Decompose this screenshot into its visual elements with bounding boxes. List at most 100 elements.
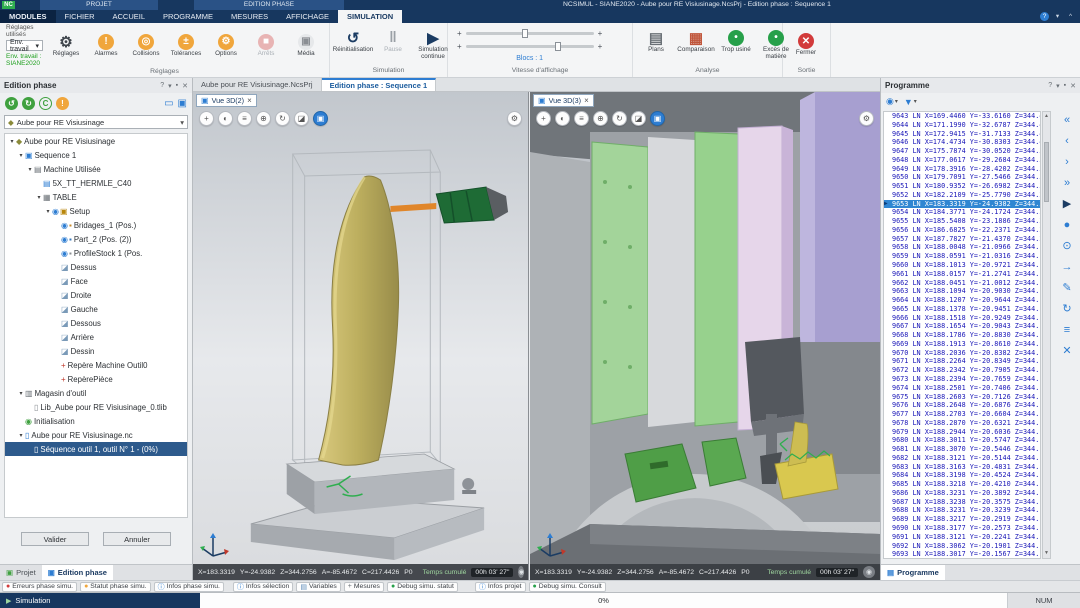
program-line[interactable]: 9655 LN X=185.5408 Y=-23.1886 Z=344.2406… (884, 217, 1040, 226)
tree-item[interactable]: +Repère Machine Outil0 (5, 358, 187, 372)
reglages-stops-button[interactable]: ■Arrêts (246, 34, 286, 58)
section-icon[interactable]: ◪ (631, 111, 646, 126)
tree-item[interactable]: ◉▪Part_2 (Pos. (2)) (5, 232, 187, 246)
panel-close-icon[interactable]: ✕ (1070, 82, 1076, 90)
view-tab[interactable]: ▣ Vue 3D(3) × (533, 94, 594, 107)
shading-icon[interactable]: ◐ (218, 111, 233, 126)
ribbon-tab-simulation[interactable]: SIMULATION (338, 10, 402, 23)
program-line[interactable]: 9680 LN X=188.3011 Y=-20.5747 Z=344.1941… (884, 436, 1040, 445)
program-line[interactable]: 9643 LN X=169.4460 Y=-33.6160 Z=344.4836… (884, 112, 1040, 121)
tool-view-icon[interactable]: ▣ (313, 111, 328, 126)
tree-item[interactable]: ◪Face (5, 274, 187, 288)
analyse-overcut-button[interactable]: •Trop usiné (716, 30, 756, 60)
program-line[interactable]: 9682 LN X=188.3121 Y=-20.5144 Z=344.1961… (884, 454, 1040, 463)
program-line[interactable]: 9685 LN X=188.3218 Y=-20.4210 Z=344.1976… (884, 480, 1040, 489)
pan-icon[interactable]: + (536, 111, 551, 126)
tree-item[interactable]: ▾◆Aube pour RE Visiusinage (5, 134, 187, 148)
program-line[interactable]: 9646 LN X=174.4734 Y=-30.8303 Z=344.4062… (884, 138, 1040, 147)
blocks-slider[interactable] (466, 45, 594, 48)
expander-icon[interactable]: ▾ (8, 138, 16, 145)
program-line[interactable]: 9668 LN X=188.1786 Y=-20.8830 Z=344.1745… (884, 331, 1040, 340)
validate-button[interactable]: Valider (21, 532, 89, 546)
tool-view-icon[interactable]: ▣ (650, 111, 665, 126)
alert-icon[interactable]: ! (56, 97, 69, 110)
tree-item[interactable]: ▾▤Machine Utilisée (5, 162, 187, 176)
program-line[interactable]: 9681 LN X=188.3070 Y=-20.5446 Z=344.1953… (884, 445, 1040, 454)
view-tab[interactable]: ▣ Vue 3D(2) × (196, 94, 257, 107)
tree-item[interactable]: ◪Dessous (5, 316, 187, 330)
program-listing[interactable]: 9643 LN X=169.4460 Y=-33.6160 Z=344.4836… (883, 111, 1041, 559)
program-line[interactable]: 9679 LN X=188.2944 Y=-20.6036 Z=344.1926… (884, 428, 1040, 437)
program-line[interactable]: 9647 LN X=175.7874 Y=-30.0520 Z=344.3837… (884, 147, 1040, 156)
breakpoint-icon[interactable]: ● (1064, 220, 1071, 231)
edit-icon[interactable]: ✎ (1062, 283, 1071, 294)
simulation-reset-button[interactable]: ↺Réinitialisation (333, 30, 373, 60)
program-line[interactable]: 9693 LN X=188.3017 Y=-20.1567 Z=344.1920… (884, 550, 1040, 559)
panel-pin-icon[interactable]: ▪ (1064, 82, 1066, 90)
tree-item[interactable]: ◪Dessin (5, 344, 187, 358)
tree-item[interactable]: ◪Gauche (5, 302, 187, 316)
tree-item[interactable]: ▾▦TABLE (5, 190, 187, 204)
program-line[interactable]: 9683 LN X=188.3163 Y=-20.4831 Z=344.1968… (884, 463, 1040, 472)
go-first-icon[interactable]: « (1064, 115, 1070, 126)
context-tab-edition-phase[interactable]: EDITION PHASE (194, 0, 344, 10)
program-line[interactable]: 9684 LN X=188.3198 Y=-20.4524 Z=344.1973… (884, 471, 1040, 480)
scroll-up-icon[interactable]: ▲ (1043, 112, 1050, 121)
tree-item[interactable]: ◉Initialisation (5, 414, 187, 428)
program-line[interactable]: 9665 LN X=188.1378 Y=-20.9451 Z=344.1846… (884, 305, 1040, 314)
panel-button-erreurs-phase-simu-[interactable]: ●Erreurs phase simu. (2, 582, 77, 592)
ribbon-tab-modules[interactable]: MODULES (0, 10, 56, 23)
visibility-icon[interactable]: ◉▾ (886, 96, 898, 107)
program-line[interactable]: 9664 LN X=188.1207 Y=-20.9644 Z=344.1852… (884, 296, 1040, 305)
program-line[interactable]: 9657 LN X=187.7827 Y=-21.4370 Z=344.2052… (884, 235, 1040, 244)
clear-icon[interactable]: ✕ (1062, 346, 1071, 357)
program-line[interactable]: 9644 LN X=171.1990 Y=-32.6787 Z=344.4580… (884, 121, 1040, 130)
program-line[interactable]: 9686 LN X=188.3231 Y=-20.3892 Z=344.1977… (884, 489, 1040, 498)
program-line[interactable]: 9658 LN X=188.0048 Y=-21.0966 Z=344.1975… (884, 243, 1040, 252)
tree-item[interactable]: +RepèrePièce (5, 372, 187, 386)
scroll-down-icon[interactable]: ▼ (1043, 549, 1050, 558)
ribbon-tab-programme[interactable]: PROGRAMME (154, 10, 222, 23)
tree-item[interactable]: ◪Dessus (5, 260, 187, 274)
context-tab-projet[interactable]: PROJET (40, 0, 158, 10)
reglages-options-button[interactable]: ⚙Options (206, 34, 246, 58)
tab-programme[interactable]: ▤Programme (881, 565, 945, 580)
reglages-collisions-button[interactable]: ◎Collisions (126, 34, 166, 58)
env-dropdown[interactable]: Env. travail▾ (6, 40, 43, 51)
analyse-planes-button[interactable]: ▤Plans (636, 30, 676, 60)
program-line[interactable]: 9689 LN X=188.3217 Y=-20.2919 Z=344.1967… (884, 515, 1040, 524)
tree-item[interactable]: ◉▪ProfileStock 1 (Pos. (5, 246, 187, 260)
speed-slider-thumb[interactable] (522, 29, 528, 38)
panel-button-infos-s-lection[interactable]: ⓘInfos sélection (233, 582, 293, 592)
program-line[interactable]: 9650 LN X=179.7091 Y=-27.5466 Z=344.3277… (884, 173, 1040, 182)
shading-icon[interactable]: ◐ (555, 111, 570, 126)
panel-button-mesures[interactable]: +Mesures (344, 582, 384, 592)
cancel-button[interactable]: Annuler (103, 532, 171, 546)
rotate-icon[interactable]: ↻ (612, 111, 627, 126)
program-line[interactable]: 9675 LN X=188.2603 Y=-20.7126 Z=344.1286… (884, 393, 1040, 402)
program-line[interactable]: 9692 LN X=188.3062 Y=-20.1901 Z=344.1932… (884, 542, 1040, 551)
panel-button-infos-projet[interactable]: ⓘInfos projet (475, 582, 526, 592)
program-line[interactable]: 9661 LN X=188.0157 Y=-21.2741 Z=344.1969… (884, 270, 1040, 279)
panel-button-debug-simu-statut[interactable]: ●Debug simu. statut (387, 582, 458, 592)
panel-menu-icon[interactable]: ▾ (1056, 82, 1060, 90)
program-line[interactable]: 9691 LN X=188.3121 Y=-20.2241 Z=344.1946… (884, 533, 1040, 542)
program-line[interactable]: 9670 LN X=188.2036 Y=-20.8382 Z=344.1671… (884, 349, 1040, 358)
simulation-pause-button[interactable]: ‖Pause (373, 30, 413, 60)
goto-icon[interactable]: → (1062, 262, 1073, 273)
panel-help-icon[interactable]: ? (1048, 82, 1052, 90)
tree-item[interactable]: ▾▥Magasin d'outil (5, 386, 187, 400)
tree-item[interactable]: ◪Arrière (5, 330, 187, 344)
ribbon-tab-mesures[interactable]: MESURES (222, 10, 277, 23)
panel-help-icon[interactable]: ? (160, 82, 164, 90)
program-line[interactable]: 9688 LN X=188.3231 Y=-20.3239 Z=344.1972… (884, 506, 1040, 515)
tree-item[interactable]: ▾▯Aube pour RE Visiusinage.nc (5, 428, 187, 442)
tab-edition-phase[interactable]: ▣Edition phase (42, 565, 113, 580)
tree-item[interactable]: ▾◉▣Setup (5, 204, 187, 218)
update-icon[interactable]: ↻ (22, 97, 35, 110)
blocks-slider-thumb[interactable] (555, 42, 561, 51)
program-scrollbar[interactable]: ▲ ▼ (1042, 111, 1051, 559)
filter-icon[interactable]: ▼▾ (904, 97, 917, 107)
ribbon-tab-fichier[interactable]: FICHIER (56, 10, 104, 23)
speed-slider[interactable] (466, 32, 594, 35)
